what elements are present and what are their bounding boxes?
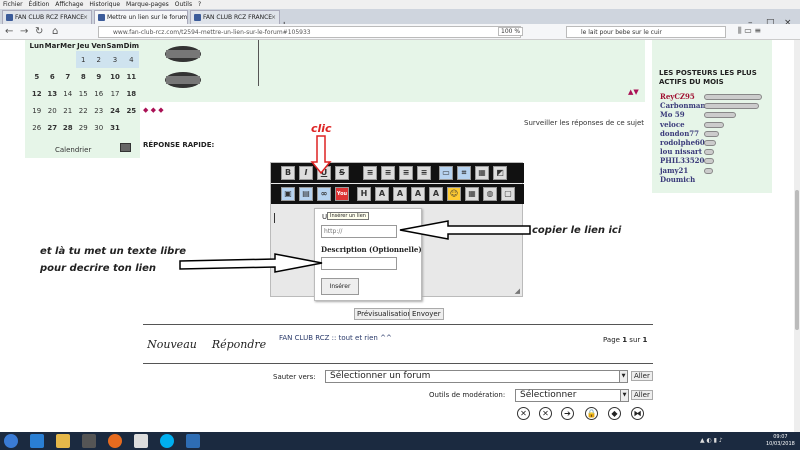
search-input[interactable]: le lait pour bebe sur le cuir [566, 26, 726, 38]
close-tab-icon[interactable]: × [179, 11, 184, 24]
send-button[interactable]: Envoyer [409, 308, 444, 320]
moderation-go-button[interactable]: Aller [631, 390, 653, 400]
moderation-label: Outils de modération: [429, 391, 506, 399]
scrollbar-thumb[interactable] [795, 190, 799, 330]
system-tray-icons[interactable]: ▲ ◐ ▮ ♪ [700, 437, 723, 444]
page-info: Page 1 sur 1 [603, 336, 647, 344]
menu-help[interactable]: ? [198, 1, 201, 8]
zoom-indicator[interactable]: 100 % [498, 27, 524, 36]
moderation-select-value: Sélectionner [520, 390, 577, 400]
reload-icon[interactable]: ↻ [35, 26, 43, 37]
jump-label: Sauter vers: [273, 373, 316, 381]
clock-date: 10/03/2018 [766, 441, 795, 447]
tab-label: FAN CLUB RCZ FRANCE [15, 14, 85, 21]
menu-affichage[interactable]: Affichage [55, 1, 83, 8]
start-button[interactable] [4, 434, 18, 448]
word-icon[interactable] [186, 434, 200, 448]
paint-icon[interactable] [134, 434, 148, 448]
url-text: www.fan-club-rcz.com/t2594-mettre-un-lie… [113, 29, 311, 36]
library-icon[interactable]: ⫼ ▭ ≡ [738, 26, 761, 36]
tab-mettre-un-lien[interactable]: Mettre un lien sur le forum × [94, 10, 188, 24]
favicon-icon [6, 14, 13, 21]
menu-fichier[interactable]: Fichier [3, 1, 23, 8]
divider [143, 324, 653, 325]
clock[interactable]: 09:07 10/03/2018 [766, 434, 795, 448]
page-total: 1 [642, 336, 648, 344]
nav-bar: ← → ↻ ⌂ www.fan-club-rcz.com/t2594-mettr… [0, 24, 800, 40]
menu-marque-pages[interactable]: Marque-pages [126, 1, 169, 8]
preview-button[interactable]: Prévisualisation [354, 308, 415, 320]
close-tab-icon[interactable]: × [83, 11, 88, 24]
tab-fan-club-1[interactable]: FAN CLUB RCZ FRANCE × [2, 10, 92, 24]
page-sep: sur [629, 336, 641, 344]
menu-edition[interactable]: Édition [29, 1, 50, 8]
explorer-icon[interactable] [56, 434, 70, 448]
page-current: 1 [622, 336, 628, 344]
url-field[interactable]: www.fan-club-rcz.com/t2594-mettre-un-lie… [98, 26, 521, 38]
delete-icon[interactable]: ✕ [517, 407, 530, 420]
ie-icon[interactable] [30, 434, 44, 448]
forum-select[interactable]: Sélectionner un forum ▼ [325, 370, 628, 383]
jump-go-button[interactable]: Aller [631, 371, 653, 381]
taskbar: ▲ ◐ ▮ ♪ 09:07 10/03/2018 [0, 432, 800, 450]
divider [143, 363, 653, 364]
split-icon[interactable]: ◆ [608, 407, 621, 420]
lock-icon[interactable]: 🔒 [585, 407, 598, 420]
moderation-select[interactable]: Sélectionner ▼ [515, 389, 629, 402]
back-icon[interactable]: ← [5, 26, 13, 37]
firefox-icon[interactable] [108, 434, 122, 448]
page-scrollbar[interactable] [794, 40, 800, 432]
tab-fan-club-2[interactable]: FAN CLUB RCZ FRANCE × [190, 10, 280, 24]
favicon-icon [194, 14, 201, 21]
new-topic-button[interactable]: Nouveau [143, 331, 201, 359]
clock-time: 09:07 [773, 434, 788, 440]
search-text: le lait pour bebe sur le cuir [581, 29, 662, 36]
skype-icon[interactable] [160, 434, 174, 448]
tab-label: FAN CLUB RCZ FRANCE [203, 14, 273, 21]
reply-button[interactable]: Répondre [210, 331, 268, 359]
menu-bar: Fichier Édition Affichage Historique Mar… [0, 0, 800, 9]
home-icon[interactable]: ⌂ [52, 26, 58, 37]
tab-label: Mettre un lien sur le forum [107, 14, 188, 21]
forum-select-value: Sélectionner un forum [330, 371, 431, 381]
move-icon[interactable]: ➔ [561, 407, 574, 420]
merge-icon[interactable]: ⧓ [631, 407, 644, 420]
page-content: Lun Mar Mer Jeu Ven Sam Dim 1 2 3 4 5 6 … [0, 40, 800, 432]
menu-outils[interactable]: Outils [175, 1, 192, 8]
page-prefix: Page [603, 336, 620, 344]
media-icon[interactable] [82, 434, 96, 448]
chevron-down-icon[interactable]: ▼ [620, 390, 628, 401]
red-arrow-icon [310, 135, 332, 175]
forward-icon[interactable]: → [20, 26, 28, 37]
close-tab-icon[interactable]: × [271, 11, 276, 24]
left-arrow-icon [399, 220, 531, 240]
close-topic-icon[interactable]: ✕ [539, 407, 552, 420]
tab-bar: FAN CLUB RCZ FRANCE × Mettre un lien sur… [0, 9, 800, 31]
right-arrow-icon [179, 253, 323, 273]
breadcrumb[interactable]: FAN CLUB RCZ :: tout et rien ^^ [279, 334, 392, 342]
favicon-icon [98, 14, 105, 21]
menu-historique[interactable]: Historique [89, 1, 120, 8]
chevron-down-icon[interactable]: ▼ [619, 371, 627, 382]
